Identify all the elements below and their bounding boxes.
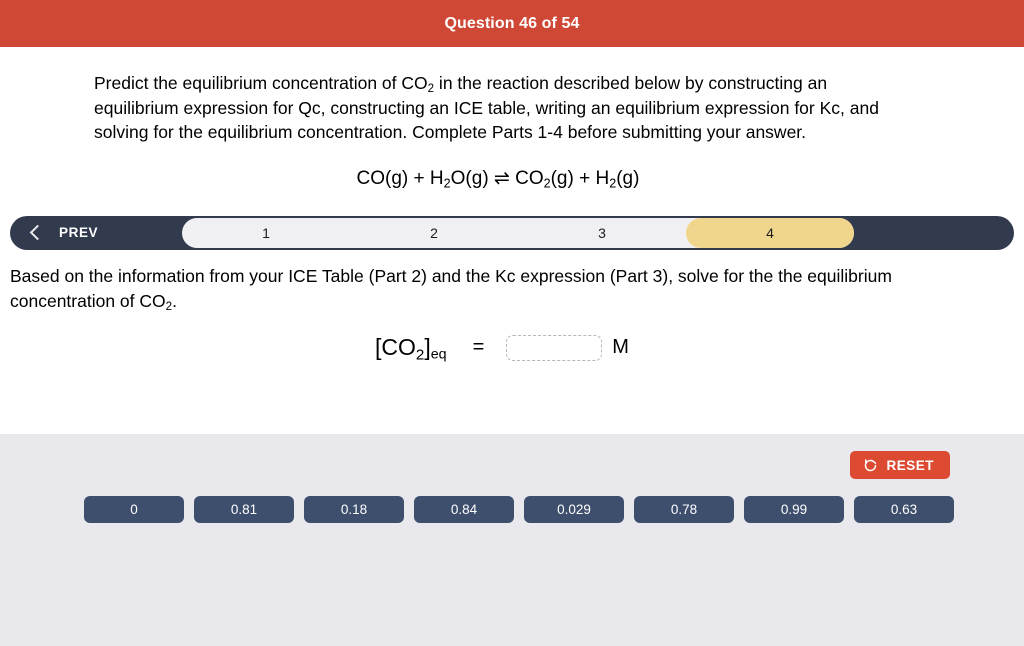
step-tab-4-label: 4 — [766, 224, 774, 241]
equation-product-1b: (g) — [550, 167, 574, 189]
answer-chip[interactable]: 0.78 — [634, 496, 734, 523]
part-instruction-text-a: Based on the information from your ICE T… — [10, 265, 892, 311]
answer-bracket-open: [CO — [375, 333, 416, 360]
answer-chip-label: 0.029 — [557, 502, 591, 517]
equation-plus-1: + — [413, 167, 425, 189]
answer-chip[interactable]: 0.84 — [414, 496, 514, 523]
step-tab-4[interactable]: 4 — [686, 217, 854, 248]
equation-product-2b: (g) — [616, 167, 640, 189]
step-tab-3-label: 3 — [598, 224, 606, 241]
answer-unit-label: M — [612, 336, 629, 359]
part-instruction-text-b: . — [172, 290, 177, 311]
answer-tray: RESET 0 0.81 0.18 0.84 0.029 0.78 0.99 0… — [0, 434, 1024, 646]
equilibrium-arrow-icon: ⇌ — [493, 167, 510, 189]
equation-product-1-subscript: 2 — [543, 176, 551, 190]
question-area: Predict the equilibrium concentration of… — [0, 47, 1024, 190]
answer-chip-label: 0.81 — [230, 502, 258, 517]
answer-chip-label: 0.78 — [670, 502, 698, 517]
step-tab-3[interactable]: 3 — [518, 218, 686, 248]
answer-chip-label: 0.84 — [450, 502, 478, 517]
step-tab-2[interactable]: 2 — [350, 218, 518, 248]
answer-chip-row: 0 0.81 0.18 0.84 0.029 0.78 0.99 0.63 — [0, 479, 1024, 523]
reset-row: RESET — [0, 434, 1024, 479]
step-navigator: PREV 1 2 3 4 — [0, 215, 1024, 250]
step-tab-1[interactable]: 1 — [182, 218, 350, 248]
prev-button-label: PREV — [59, 225, 99, 240]
answer-chip-label: 0.99 — [780, 502, 808, 517]
answer-chip-label: 0.18 — [340, 502, 368, 517]
answer-eq-subscript: eq — [430, 346, 447, 363]
reset-arrow-icon — [863, 458, 878, 473]
navigator-bar: PREV 1 2 3 4 — [10, 215, 1014, 250]
question-prompt: Predict the equilibrium concentration of… — [94, 71, 904, 145]
step-tab-2-label: 2 — [430, 224, 438, 241]
answer-chip[interactable]: 0 — [84, 496, 184, 523]
chevron-left-icon — [29, 224, 46, 240]
part-instruction: Based on the information from your ICE T… — [0, 250, 1024, 314]
answer-chip[interactable]: 0.81 — [194, 496, 294, 523]
equation-reactant-2b: O(g) — [450, 167, 489, 189]
step-tab-1-label: 1 — [262, 224, 270, 241]
answer-chip[interactable]: 0.029 — [524, 496, 624, 523]
answer-expression-label: [CO2]eq — [375, 334, 447, 363]
equation-reactant-2a: H — [429, 167, 444, 189]
equation-reactant-2-subscript: 2 — [443, 176, 451, 190]
question-header: Question 46 of 54 — [0, 0, 1024, 47]
equation-plus-2: + — [579, 167, 591, 189]
answer-chip[interactable]: 0.99 — [744, 496, 844, 523]
answer-line: [CO2]eq = M — [0, 334, 1024, 363]
reset-button[interactable]: RESET — [850, 451, 950, 479]
equation-product-2a: H — [595, 167, 610, 189]
steps-track: 1 2 3 4 — [182, 217, 854, 248]
equals-sign: = — [472, 336, 485, 359]
equation-reactant-1: CO(g) — [356, 167, 409, 189]
answer-input[interactable] — [506, 334, 603, 361]
page-title: Question 46 of 54 — [444, 14, 580, 32]
chemical-equation: CO(g) + H2O(g) ⇌ CO2(g) + H2(g) — [94, 167, 902, 190]
answer-chip[interactable]: 0.63 — [854, 496, 954, 523]
answer-chip[interactable]: 0.18 — [304, 496, 404, 523]
prompt-text-part1: Predict the equilibrium concentration of… — [94, 73, 428, 93]
reset-button-label: RESET — [886, 457, 934, 473]
prev-button[interactable]: PREV — [10, 216, 160, 250]
equation-product-1a: CO — [515, 167, 544, 189]
answer-chip-label: 0.63 — [890, 502, 918, 517]
answer-chip-label: 0 — [130, 502, 138, 517]
